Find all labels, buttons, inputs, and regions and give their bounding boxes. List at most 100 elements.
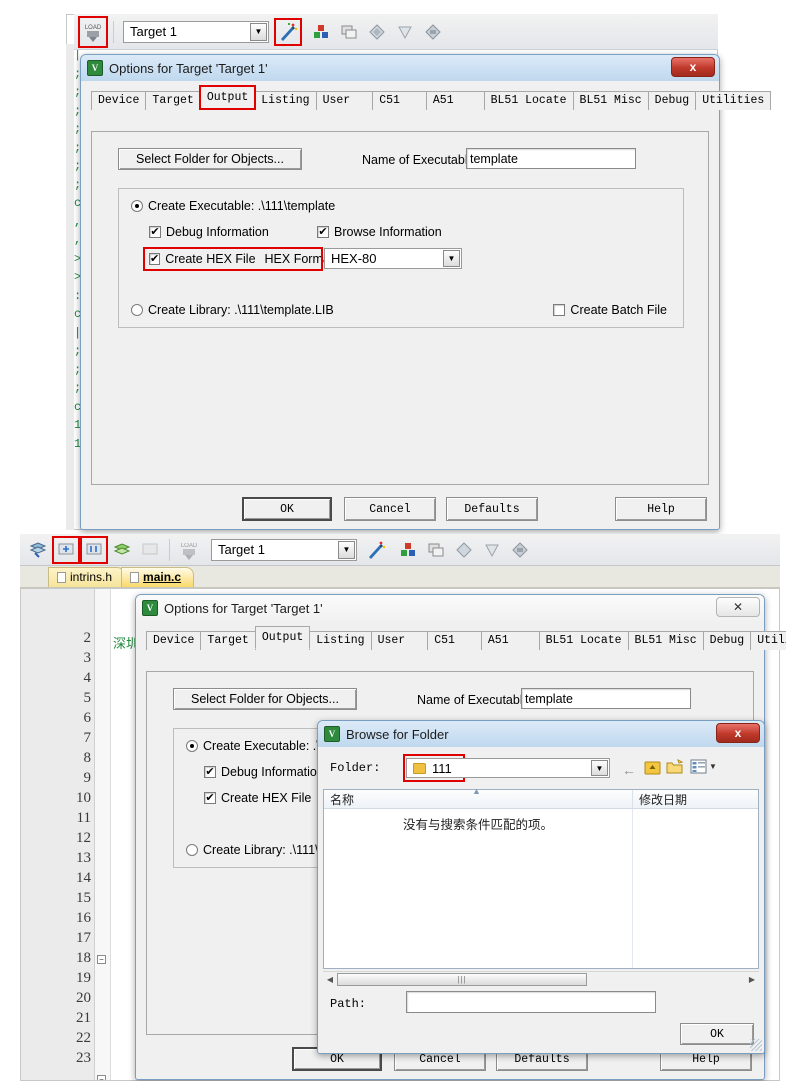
tab-output[interactable]: Output	[254, 626, 311, 649]
debug-information-checkbox[interactable]: ✔	[204, 766, 216, 778]
tab-a51[interactable]: A51	[425, 91, 485, 110]
manage-components-icon[interactable]	[308, 19, 334, 45]
tab-utilities[interactable]: Utilities	[750, 631, 786, 650]
create-library-radio[interactable]	[186, 844, 198, 856]
target-selector-top[interactable]: Target 1 ▼	[123, 20, 269, 43]
multi-build-icon[interactable]	[507, 537, 533, 563]
load-flash-icon[interactable]: LOAD	[176, 537, 202, 563]
tab-c51[interactable]: C51	[372, 91, 427, 110]
scroll-left-icon[interactable]: ◀	[323, 975, 337, 984]
file-tab-main-c[interactable]: main.c	[121, 567, 195, 587]
fold-toggle-icon[interactable]: −	[97, 1075, 106, 1080]
tab-bl51-misc[interactable]: BL51 Misc	[627, 631, 704, 650]
create-executable-radio-row[interactable]: Create Executable: .\111\template	[131, 199, 335, 213]
tab-utilities[interactable]: Utilities	[695, 91, 772, 110]
file-tab-intrins-h[interactable]: intrins.h	[48, 567, 126, 587]
browse-information-checkbox[interactable]: ✔	[317, 226, 329, 238]
tab-a51[interactable]: A51	[480, 631, 540, 650]
tab-output[interactable]: Output	[198, 85, 257, 110]
create-executable-radio[interactable]	[186, 740, 198, 752]
stop-build-icon[interactable]	[137, 537, 163, 563]
tab-device[interactable]: Device	[91, 91, 147, 110]
column-name[interactable]: 名称 ▲	[324, 786, 632, 808]
options-dialog-top-titlebar[interactable]: V Options for Target 'Target 1' x	[81, 55, 719, 81]
target-options-magic-wand-icon[interactable]	[274, 17, 302, 46]
build-icon[interactable]	[25, 537, 51, 563]
create-hex-file-checkbox[interactable]: ✔	[204, 792, 216, 804]
column-modified-date[interactable]: 修改日期	[632, 790, 758, 808]
cancel-button[interactable]: Cancel	[344, 497, 436, 521]
tab-debug[interactable]: Debug	[647, 91, 697, 110]
load-flash-icon[interactable]: LOAD	[78, 15, 108, 48]
path-input[interactable]	[406, 991, 656, 1013]
target-selector-bottom[interactable]: Target 1 ▼	[211, 538, 357, 561]
close-icon[interactable]: x	[671, 57, 715, 77]
horizontal-scrollbar[interactable]: ◀ ||| ▶	[323, 971, 759, 986]
tab-debug[interactable]: Debug	[702, 631, 752, 650]
multi-project-icon[interactable]	[423, 537, 449, 563]
create-hex-file-checkbox[interactable]: ✔	[149, 253, 161, 265]
books-icon[interactable]	[392, 19, 418, 45]
debug-information-row[interactable]: ✔ Debug Information	[149, 225, 269, 239]
create-library-radio[interactable]	[131, 304, 143, 316]
select-folder-for-objects-button[interactable]: Select Folder for Objects...	[173, 688, 357, 710]
chevron-down-icon[interactable]: ▼	[443, 250, 460, 267]
browse-dialog-titlebar[interactable]: V Browse for Folder x	[318, 721, 764, 747]
close-icon[interactable]: x	[716, 723, 760, 743]
create-batch-file-row[interactable]: Create Batch File	[553, 303, 667, 317]
tab-target[interactable]: Target	[145, 91, 201, 110]
tab-listing[interactable]: Listing	[254, 91, 317, 110]
create-library-radio-row[interactable]: Create Library: .\111\template.LIB	[131, 303, 334, 317]
debug-information-row[interactable]: ✔ Debug Information	[204, 765, 324, 779]
resize-grip-icon[interactable]	[750, 1039, 762, 1051]
rebuild-icon[interactable]	[80, 535, 108, 564]
create-hex-file-row[interactable]: ✔ Create HEX File HEX Format:	[143, 247, 337, 271]
tab-listing[interactable]: Listing	[309, 631, 372, 650]
browse-ok-button[interactable]: OK	[680, 1023, 754, 1045]
chevron-down-icon[interactable]: ▼	[250, 22, 267, 41]
ok-button[interactable]: OK	[242, 497, 332, 521]
chevron-down-icon[interactable]: ▼	[591, 760, 608, 776]
close-icon[interactable]: ✕	[716, 597, 760, 617]
fold-toggle-icon[interactable]: −	[97, 955, 106, 964]
chevron-down-icon[interactable]: ▼	[338, 540, 355, 559]
folder-list-view[interactable]: 名称 ▲ 修改日期 没有与搜索条件匹配的项。	[323, 786, 759, 969]
book-icon[interactable]	[451, 537, 477, 563]
options-dialog-bottom-titlebar[interactable]: V Options for Target 'Target 1' ✕	[136, 595, 764, 621]
books-icon[interactable]	[479, 537, 505, 563]
folder-dropdown[interactable]: 111 ▼	[406, 758, 610, 778]
tab-bl51-misc[interactable]: BL51 Misc	[572, 91, 649, 110]
name-of-executable-input[interactable]: template	[521, 688, 691, 709]
tab-user[interactable]: User	[315, 91, 374, 110]
target-options-magic-wand-icon[interactable]	[363, 537, 389, 563]
tab-c51[interactable]: C51	[427, 631, 482, 650]
debug-information-checkbox[interactable]: ✔	[149, 226, 161, 238]
select-folder-for-objects-button[interactable]: Select Folder for Objects...	[118, 148, 302, 170]
chevron-down-icon[interactable]: ▼	[709, 762, 717, 771]
browse-information-row[interactable]: ✔ Browse Information	[317, 225, 442, 239]
tab-bl51-locate[interactable]: BL51 Locate	[538, 631, 629, 650]
create-hex-file-label: Create HEX File	[165, 252, 256, 266]
hex-format-dropdown[interactable]: HEX-80 ▼	[324, 248, 462, 269]
scrollbar-thumb[interactable]: |||	[337, 972, 587, 986]
view-mode-icon[interactable]: ▼	[690, 759, 717, 774]
help-button[interactable]: Help	[615, 497, 707, 521]
batch-build-icon[interactable]	[109, 537, 135, 563]
name-of-executable-input[interactable]: template	[466, 148, 636, 169]
defaults-button[interactable]: Defaults	[446, 497, 538, 521]
up-folder-icon[interactable]	[644, 759, 661, 778]
scroll-right-icon[interactable]: ▶	[745, 975, 759, 984]
back-arrow-icon[interactable]: ←	[622, 762, 636, 778]
manage-components-icon[interactable]	[395, 537, 421, 563]
tab-target[interactable]: Target	[200, 631, 256, 650]
create-executable-radio[interactable]	[131, 200, 143, 212]
tab-user[interactable]: User	[370, 631, 429, 650]
create-batch-file-checkbox[interactable]	[553, 304, 566, 316]
translate-icon[interactable]	[52, 535, 80, 564]
book-icon[interactable]	[364, 19, 390, 45]
tab-bl51-locate[interactable]: BL51 Locate	[483, 91, 574, 110]
multi-project-icon[interactable]	[336, 19, 362, 45]
new-folder-icon[interactable]	[666, 759, 684, 778]
tab-device[interactable]: Device	[146, 631, 202, 650]
batch-build-icon[interactable]	[420, 19, 446, 45]
